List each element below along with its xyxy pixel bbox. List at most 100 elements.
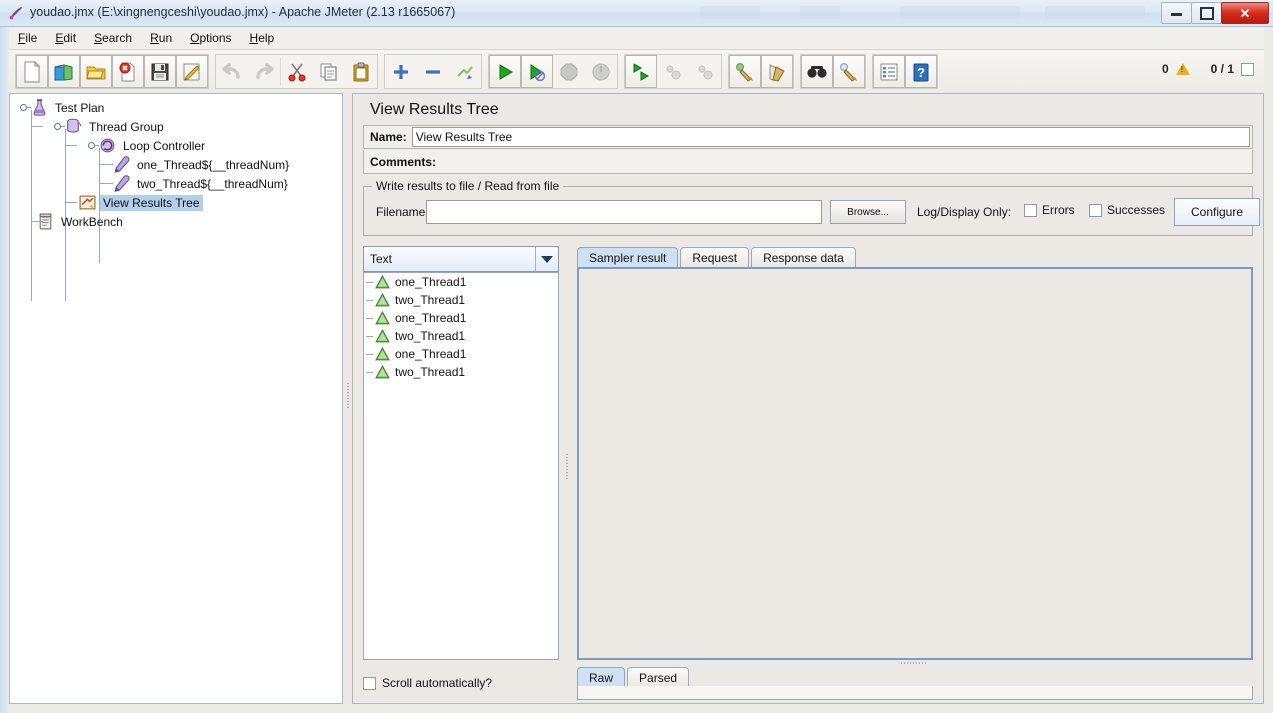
tab-response-data[interactable]: Response data	[751, 247, 856, 268]
toolbar-group-clear	[728, 54, 794, 89]
results-splitter[interactable]	[563, 244, 571, 696]
result-bottom-splitter[interactable]	[571, 662, 1259, 664]
clear-all-button[interactable]	[761, 55, 793, 88]
copy-icon	[319, 62, 339, 82]
scroll-automatically-row[interactable]: Scroll automatically?	[363, 672, 559, 694]
collapse-all-button[interactable]	[417, 55, 449, 88]
tab-request[interactable]: Request	[680, 247, 749, 268]
tree-node-label: View Results Tree	[100, 195, 203, 211]
raw-content-area[interactable]	[577, 686, 1253, 700]
menu-search[interactable]: Search	[85, 29, 141, 47]
shutdown-button[interactable]	[585, 55, 617, 88]
paste-button[interactable]	[345, 55, 377, 88]
menu-help[interactable]: Help	[241, 29, 284, 47]
expander-icon[interactable]	[20, 103, 29, 112]
success-icon	[374, 274, 391, 291]
redo-icon	[253, 63, 275, 81]
menu-file[interactable]: File	[9, 29, 46, 47]
templates-button[interactable]	[48, 55, 80, 88]
configure-button[interactable]: Configure	[1174, 198, 1260, 226]
scroll-automatically-checkbox[interactable]	[363, 677, 376, 690]
save-button[interactable]	[144, 55, 176, 88]
sampler-result-content[interactable]	[577, 267, 1253, 660]
expander-icon[interactable]	[88, 141, 97, 150]
help-button[interactable]: ?	[905, 55, 937, 88]
search-button[interactable]	[801, 55, 833, 88]
filename-label: Filename	[376, 205, 425, 219]
new-button[interactable]	[16, 55, 48, 88]
list-item[interactable]: two_Thread1	[364, 327, 558, 345]
tab-raw[interactable]: Raw	[577, 667, 625, 688]
successes-checkbox[interactable]	[1089, 204, 1102, 217]
search-reset-button[interactable]	[833, 55, 865, 88]
sampler-icon	[113, 175, 130, 192]
expand-all-button[interactable]	[385, 55, 417, 88]
start-button[interactable]	[489, 55, 521, 88]
main-splitter[interactable]	[344, 93, 352, 704]
close-window-button[interactable]: ✕	[1221, 2, 1269, 24]
remote-start-all-button[interactable]	[625, 55, 657, 88]
tree-node-sampler-one[interactable]: one_Thread${__threadNum}	[10, 155, 344, 174]
cut-button[interactable]	[281, 55, 313, 88]
collapse-all-icon	[424, 63, 442, 81]
remote-stop-all-icon	[663, 62, 683, 82]
minimize-icon	[1171, 10, 1182, 16]
list-item[interactable]: two_Thread1	[364, 291, 558, 309]
results-list[interactable]: one_Thread1 two_Thread1 one_Thread1 two_…	[363, 272, 559, 660]
list-item[interactable]: one_Thread1	[364, 273, 558, 291]
combo-arrow-box[interactable]	[535, 247, 558, 271]
successes-checkbox-wrapper[interactable]: Successes	[1089, 203, 1165, 217]
warning-icon[interactable]	[1176, 63, 1190, 75]
copy-button[interactable]	[313, 55, 345, 88]
window-controls: ✕	[1162, 2, 1269, 24]
errors-checkbox-wrapper[interactable]: Errors	[1024, 203, 1075, 217]
browse-button[interactable]: Browse...	[830, 200, 906, 224]
clear-icon	[734, 62, 756, 82]
cut-icon	[287, 62, 307, 82]
title-bar: youdao.jmx (E:\xingnengceshi\youdao.jmx)…	[0, 0, 1273, 27]
tree-node-thread-group[interactable]: Thread Group	[10, 117, 344, 136]
menu-options[interactable]: Options	[181, 29, 240, 47]
shutdown-icon	[591, 62, 611, 82]
toolbar-group-run	[488, 54, 618, 89]
list-item[interactable]: two_Thread1	[364, 363, 558, 381]
tree-node-sampler-two[interactable]: two_Thread${__threadNum}	[10, 174, 344, 193]
tree-node-loop-controller[interactable]: Loop Controller	[10, 136, 344, 155]
clear-all-icon	[766, 62, 788, 82]
name-input[interactable]	[412, 127, 1250, 147]
save-as-button[interactable]	[176, 55, 208, 88]
close-button[interactable]	[112, 55, 144, 88]
jmeter-window: youdao.jmx (E:\xingnengceshi\youdao.jmx)…	[0, 0, 1273, 713]
maximize-button[interactable]	[1191, 2, 1222, 24]
renderer-combo[interactable]: Text	[363, 246, 559, 272]
filename-input[interactable]	[426, 200, 822, 224]
tree-node-test-plan[interactable]: Test Plan	[10, 98, 344, 117]
minimize-button[interactable]	[1161, 2, 1192, 24]
list-item-label: two_Thread1	[395, 329, 465, 343]
remote-stop-all-button[interactable]	[657, 55, 689, 88]
tab-sampler-result[interactable]: Sampler result	[577, 247, 678, 268]
success-icon	[374, 346, 391, 363]
list-item[interactable]: one_Thread1	[364, 309, 558, 327]
menu-run[interactable]: Run	[141, 29, 181, 47]
start-no-pauses-button[interactable]	[521, 55, 553, 88]
title-ghost-1	[700, 6, 760, 19]
function-helper-button[interactable]	[873, 55, 905, 88]
stop-button[interactable]	[553, 55, 585, 88]
menu-edit[interactable]: Edit	[46, 29, 85, 47]
comments-input[interactable]	[441, 152, 1252, 172]
list-item[interactable]: one_Thread1	[364, 345, 558, 363]
toggle-button[interactable]	[449, 55, 481, 88]
list-item-label: one_Thread1	[395, 311, 466, 325]
open-button[interactable]	[80, 55, 112, 88]
clear-button[interactable]	[729, 55, 761, 88]
tab-parsed[interactable]: Parsed	[627, 667, 689, 688]
templates-icon	[53, 62, 75, 82]
expander-icon[interactable]	[54, 122, 63, 131]
tree-node-workbench[interactable]: WorkBench	[10, 212, 344, 231]
errors-checkbox[interactable]	[1024, 204, 1037, 217]
redo-button[interactable]	[248, 55, 280, 88]
tree-node-view-results-tree[interactable]: View Results Tree	[10, 193, 344, 212]
undo-button[interactable]	[216, 55, 248, 88]
remote-shutdown-all-button[interactable]	[689, 55, 721, 88]
